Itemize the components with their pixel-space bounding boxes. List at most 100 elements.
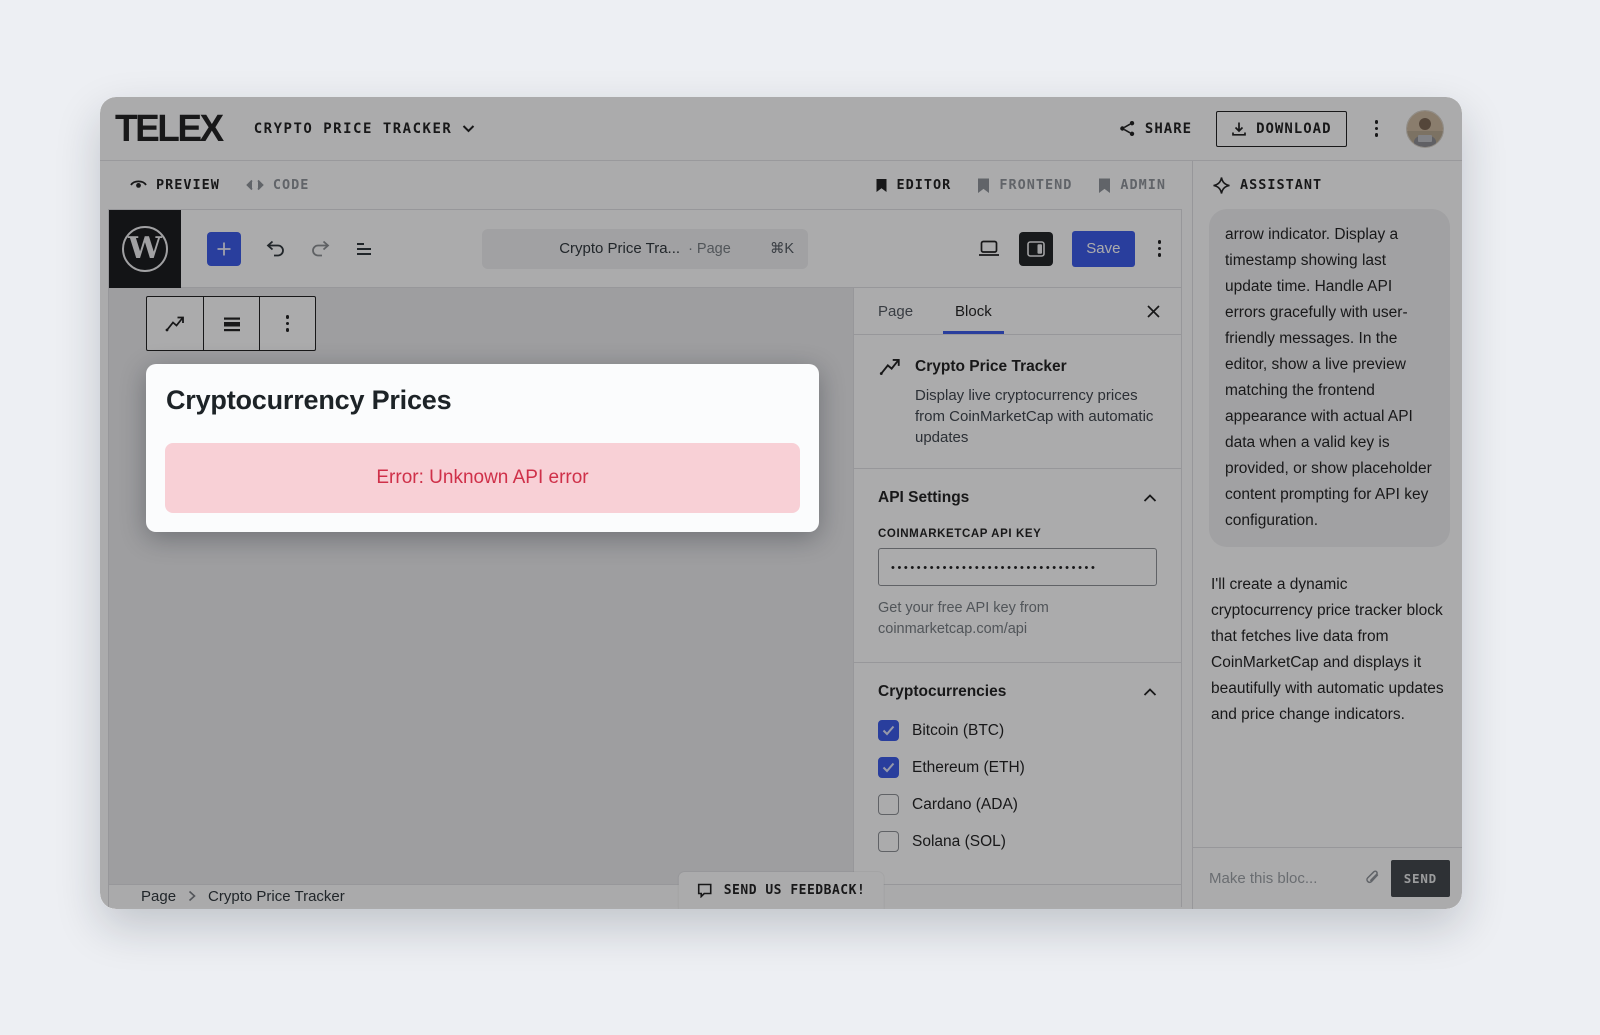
- feedback-button[interactable]: SEND US FEEDBACK!: [679, 872, 884, 909]
- editor-label: EDITOR: [897, 177, 952, 193]
- section-title: API Settings: [878, 489, 969, 507]
- app-window: TELEX CRYPTO PRICE TRACKER SHARE DOWNLOA…: [100, 97, 1462, 909]
- plus-icon: [215, 240, 233, 258]
- crypto-checkbox-row[interactable]: Solana (SOL): [878, 831, 1157, 852]
- code-label: CODE: [273, 177, 310, 193]
- api-key-label: COINMARKETCAP API KEY: [878, 528, 1157, 540]
- api-settings-header[interactable]: API Settings: [878, 489, 1157, 507]
- redo-button[interactable]: [310, 240, 331, 257]
- undo-button[interactable]: [265, 240, 286, 257]
- wordpress-icon: W: [122, 226, 168, 272]
- tab-page-settings[interactable]: Page: [878, 288, 913, 334]
- attachment-icon[interactable]: [1365, 870, 1381, 887]
- breadcrumb: Page Crypto Price Tracker: [141, 888, 345, 905]
- checkbox-checked[interactable]: [878, 757, 899, 778]
- user-avatar[interactable]: [1406, 110, 1444, 148]
- preview-label: PREVIEW: [156, 177, 220, 193]
- cryptocurrencies-section: Cryptocurrencies Bitcoin (BTC) Ethereum (…: [854, 663, 1181, 884]
- block-heading: Cryptocurrency Prices: [165, 383, 800, 416]
- speech-bubble-icon: [697, 883, 713, 898]
- wordpress-logo-button[interactable]: W: [109, 210, 181, 288]
- share-button[interactable]: SHARE: [1119, 120, 1192, 137]
- list-view-button[interactable]: [355, 241, 373, 257]
- frontend-label: FRONTEND: [999, 177, 1072, 193]
- download-icon: [1231, 121, 1247, 137]
- admin-label: ADMIN: [1120, 177, 1166, 193]
- eye-icon: [130, 179, 147, 191]
- crypto-label: Cardano (ADA): [912, 796, 1018, 814]
- download-button[interactable]: DOWNLOAD: [1216, 111, 1346, 147]
- wordpress-editor: W: [108, 209, 1182, 907]
- editor-toolbar: W: [109, 210, 1181, 288]
- checkbox-unchecked[interactable]: [878, 794, 899, 815]
- assistant-input-row: SEND: [1193, 847, 1462, 909]
- settings-inspector: Page Block Crypto Price Trac: [853, 288, 1181, 884]
- tab-code[interactable]: CODE: [246, 177, 310, 193]
- bookmark-icon: [1098, 178, 1111, 193]
- tab-block-settings[interactable]: Block: [955, 288, 992, 334]
- send-button[interactable]: SEND: [1391, 860, 1450, 897]
- breadcrumb-page[interactable]: Page: [141, 888, 176, 905]
- bookmark-icon: [875, 178, 888, 193]
- editor-footer: Page Crypto Price Tracker: [109, 884, 1181, 907]
- editor-options-menu[interactable]: [1154, 236, 1166, 261]
- sidebar-toggle-button[interactable]: [1019, 232, 1053, 266]
- crypto-checkbox-row[interactable]: Cardano (ADA): [878, 794, 1157, 815]
- crypto-label: Bitcoin (BTC): [912, 722, 1004, 740]
- editor-canvas: Cryptocurrency Prices Error: Unknown API…: [109, 288, 853, 884]
- crypto-price-block[interactable]: Cryptocurrency Prices Error: Unknown API…: [146, 364, 819, 532]
- kebab-icon: [282, 311, 294, 336]
- crypto-checkbox-row[interactable]: Ethereum (ETH): [878, 757, 1157, 778]
- block-align-button[interactable]: [203, 297, 259, 350]
- save-button[interactable]: Save: [1072, 231, 1134, 267]
- tab-frontend[interactable]: FRONTEND: [977, 177, 1072, 193]
- masked-api-key: ••••••••••••••••••••••••••••••••: [891, 562, 1097, 574]
- shortcut-hint: ⌘K: [770, 241, 794, 257]
- editor-main: Cryptocurrency Prices Error: Unknown API…: [109, 288, 1181, 884]
- topbar-more-menu[interactable]: [1371, 116, 1383, 141]
- view-mode-bar: PREVIEW CODE EDITOR: [100, 161, 1192, 209]
- doc-type: · Page: [688, 241, 731, 257]
- checkbox-unchecked[interactable]: [878, 831, 899, 852]
- add-block-button[interactable]: [207, 232, 241, 266]
- sparkle-icon: [1213, 177, 1230, 194]
- block-title: Crypto Price Tracker: [915, 358, 1067, 376]
- mode-tabs: EDITOR FRONTEND ADMIN: [875, 177, 1166, 193]
- project-selector[interactable]: CRYPTO PRICE TRACKER: [254, 121, 476, 137]
- section-title: Cryptocurrencies: [878, 683, 1006, 701]
- block-type-button[interactable]: [147, 297, 203, 350]
- crypto-label: Ethereum (ETH): [912, 759, 1025, 777]
- device-preview-button[interactable]: [978, 240, 1000, 257]
- breadcrumb-current: Crypto Price Tracker: [208, 888, 345, 905]
- share-icon: [1119, 120, 1136, 137]
- topbar-actions: SHARE DOWNLOAD: [1119, 110, 1444, 148]
- cryptocurrencies-header[interactable]: Cryptocurrencies: [878, 683, 1157, 701]
- trending-chart-icon: [164, 314, 186, 334]
- checkbox-checked[interactable]: [878, 720, 899, 741]
- tab-preview[interactable]: PREVIEW: [130, 177, 220, 193]
- code-icon: [246, 179, 264, 191]
- project-name: CRYPTO PRICE TRACKER: [254, 121, 453, 137]
- telex-logo: TELEX: [115, 107, 222, 150]
- error-message: Error: Unknown API error: [376, 467, 588, 489]
- error-banner: Error: Unknown API error: [165, 443, 800, 513]
- api-key-field[interactable]: ••••••••••••••••••••••••••••••••: [878, 548, 1157, 586]
- chevron-up-icon: [1143, 688, 1157, 697]
- user-message: arrow indicator. Display a timestamp sho…: [1209, 209, 1450, 547]
- crypto-checkbox-row[interactable]: Bitcoin (BTC): [878, 720, 1157, 741]
- document-search-pill[interactable]: Crypto Price Tra... · Page ⌘K: [482, 229, 808, 269]
- toolbar-right: Save: [978, 231, 1181, 267]
- topbar: TELEX CRYPTO PRICE TRACKER SHARE DOWNLOA…: [100, 97, 1462, 161]
- crypto-checkbox-list: Bitcoin (BTC) Ethereum (ETH) Cardano (ADA)…: [878, 720, 1157, 852]
- block-toolbar: [146, 296, 316, 351]
- chevron-down-icon: [462, 124, 475, 133]
- assistant-input[interactable]: [1209, 870, 1355, 887]
- assistant-messages: arrow indicator. Display a timestamp sho…: [1193, 209, 1462, 847]
- close-inspector-button[interactable]: [1146, 304, 1161, 319]
- doc-title: Crypto Price Tra...: [559, 240, 680, 257]
- api-key-helper: Get your free API key from coinmarketcap…: [878, 598, 1118, 640]
- tab-editor[interactable]: EDITOR: [875, 177, 952, 193]
- block-options-button[interactable]: [259, 297, 315, 350]
- align-icon: [222, 316, 242, 332]
- tab-admin[interactable]: ADMIN: [1098, 177, 1166, 193]
